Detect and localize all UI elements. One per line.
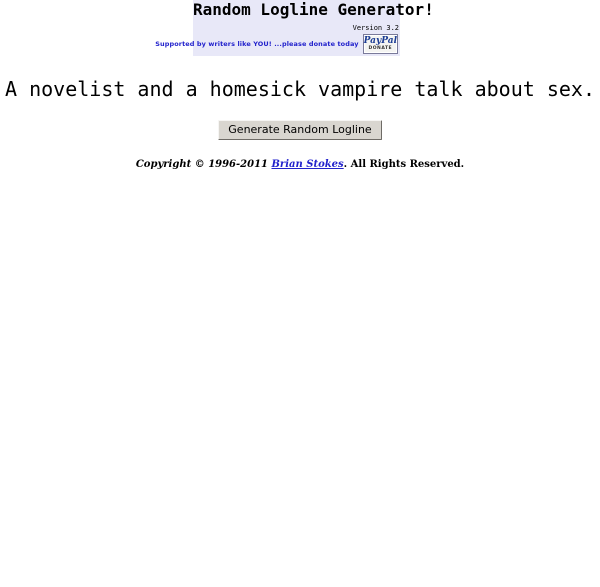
copyright-notice: Copyright © 1996-2011 Brian Stokes. All … xyxy=(0,158,600,171)
page-title: Random Logline Generator! xyxy=(193,0,434,19)
paypal-donate-button[interactable]: PayPal DONATE xyxy=(362,34,398,54)
author-link[interactable]: Brian Stokes xyxy=(271,159,343,170)
generate-random-logline-button[interactable]: Generate Random Logline xyxy=(218,120,382,140)
copyright-suffix: . All Rights Reserved. xyxy=(343,159,465,170)
logline-output: A novelist and a homesick vampire talk a… xyxy=(4,77,595,101)
copyright-prefix: Copyright © 1996-2011 xyxy=(135,159,272,170)
generate-button-row: Generate Random Logline xyxy=(0,120,600,140)
version-label: Version 3.2 xyxy=(352,24,399,32)
paypal-donate-label: DONATE xyxy=(368,45,393,51)
donate-bar: Supported by writers like YOU! ...please… xyxy=(155,33,400,55)
header-banner: Random Logline Generator! Version 3.2 Su… xyxy=(155,0,434,56)
paypal-logo-icon: PayPal xyxy=(363,35,397,46)
donate-appeal-text: Supported by writers like YOU! ...please… xyxy=(155,39,359,48)
